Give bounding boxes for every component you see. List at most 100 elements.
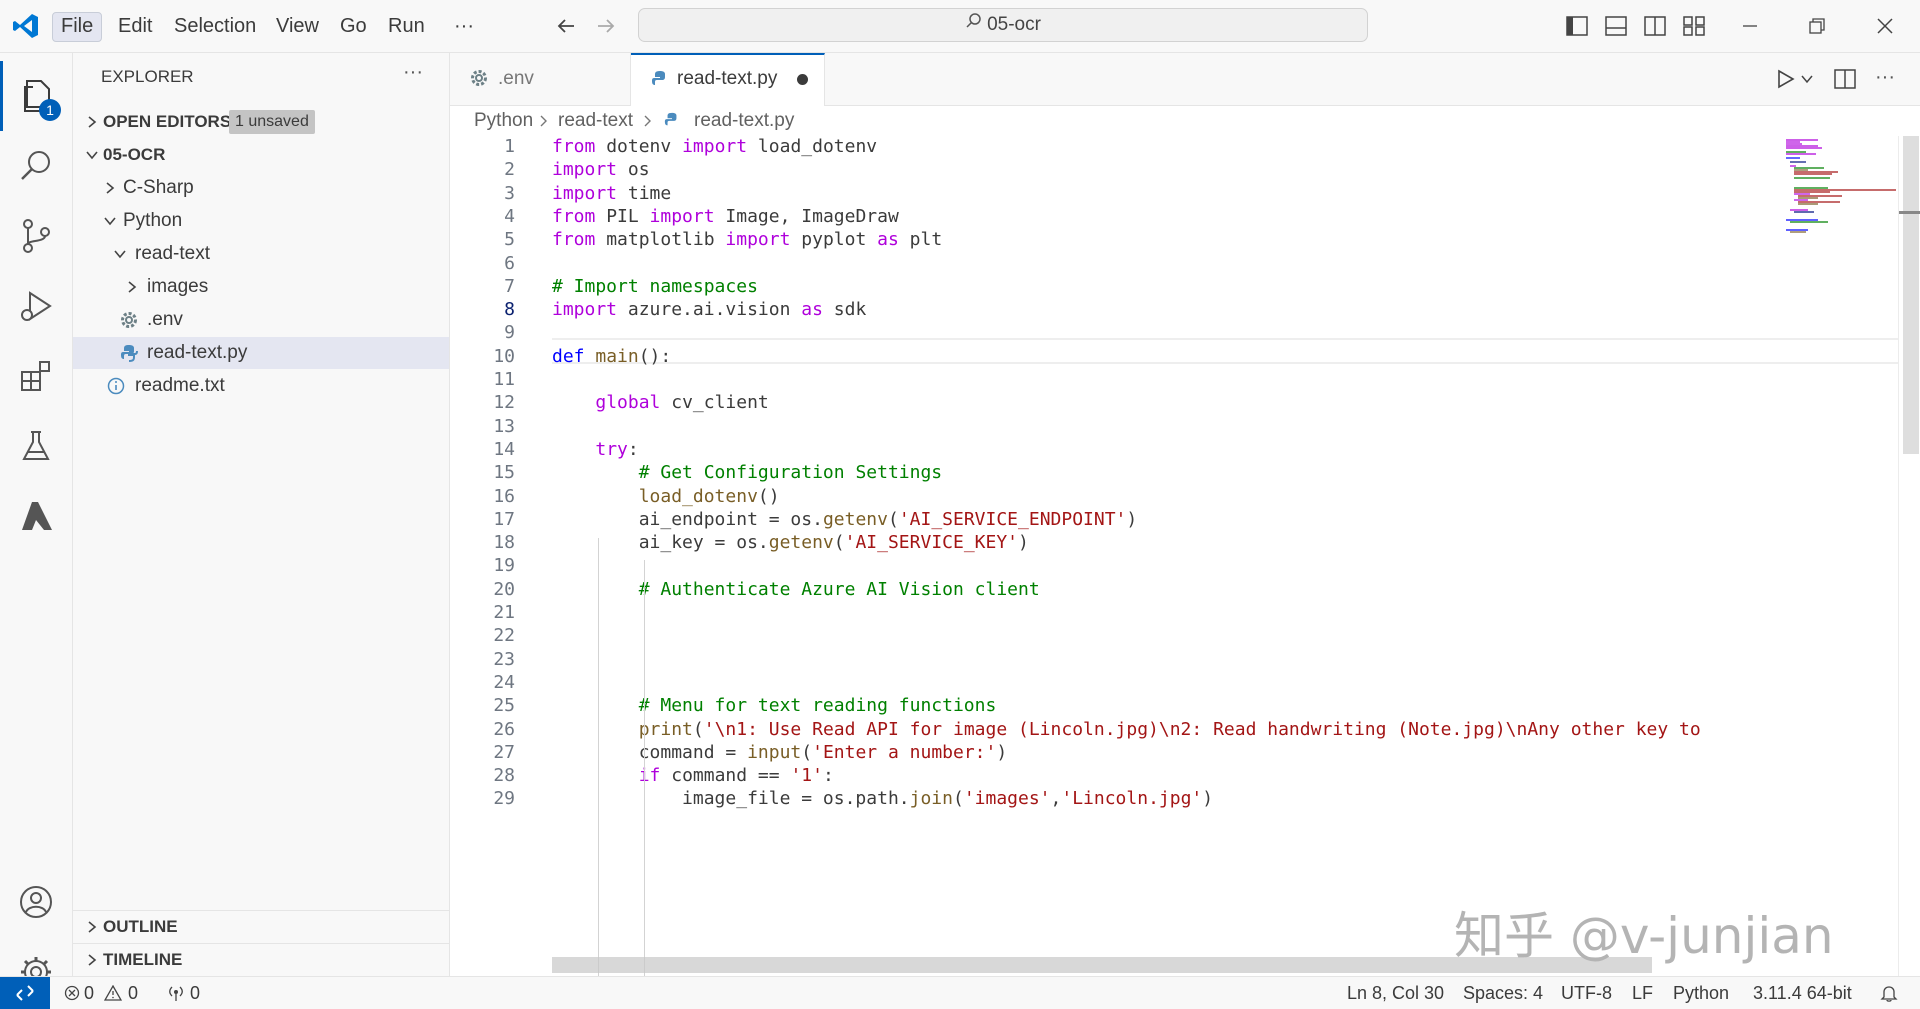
line-number: 16 — [493, 486, 515, 507]
back-arrow-icon[interactable] — [551, 12, 581, 40]
file-readme-txt[interactable]: readme.txt — [73, 370, 449, 402]
code-line[interactable]: ai_endpoint = os.getenv('AI_SERVICE_ENDP… — [552, 509, 1138, 530]
chevron-right-icon — [106, 182, 115, 194]
minimap[interactable] — [1778, 136, 1898, 286]
outline-section[interactable]: OUTLINE — [73, 910, 449, 943]
accounts-activity[interactable] — [0, 867, 72, 937]
testing-activity[interactable] — [0, 411, 72, 481]
code-editor[interactable]: 1 from dotenv import load_dotenv 2 import o… — [450, 136, 1920, 976]
search-activity[interactable] — [0, 131, 72, 201]
gear-icon — [121, 312, 137, 328]
code-line[interactable]: print('\n1: Use Read API for image (Linc… — [552, 719, 1701, 740]
code-line[interactable]: def main(): — [552, 346, 671, 367]
chevron-right-icon — [88, 921, 97, 933]
toggle-panel-icon[interactable] — [1601, 12, 1631, 40]
open-editors-section[interactable]: OPEN EDITORS 1 unsaved — [73, 106, 449, 138]
open-editors-label: OPEN EDITORS — [103, 112, 232, 131]
file-label: readme.txt — [135, 375, 225, 396]
code-line[interactable]: load_dotenv() — [552, 486, 780, 507]
extensions-icon — [21, 361, 50, 391]
code-line[interactable]: # Import namespaces — [552, 276, 758, 297]
menu-more[interactable]: ··· — [446, 12, 482, 40]
editor-more-button[interactable]: ··· — [1870, 63, 1900, 91]
watermark: 知乎 @v-junjian — [1454, 907, 1834, 965]
ports-indicator[interactable]: 0 — [164, 977, 214, 1009]
azure-activity[interactable] — [0, 481, 72, 551]
breadcrumb-item[interactable]: Python — [474, 106, 533, 136]
run-python-file-icon[interactable] — [1770, 65, 1800, 93]
line-number: 22 — [493, 625, 515, 646]
code-line[interactable]: try: — [552, 439, 638, 460]
code-line[interactable]: import azure.ai.vision as sdk — [552, 299, 866, 320]
folder-c-sharp[interactable]: C-Sharp — [73, 172, 449, 204]
tab-read-text-py[interactable]: read-text.py — [631, 53, 825, 106]
chevron-down-icon — [114, 250, 126, 259]
indent-guide — [598, 538, 599, 976]
toggle-secondary-sidebar-icon[interactable] — [1640, 12, 1670, 40]
cursor-position[interactable]: Ln 8, Col 30 — [1347, 977, 1444, 1009]
explorer-more-button[interactable]: ··· — [403, 61, 423, 84]
menu-view[interactable]: View — [268, 12, 327, 40]
menu-file[interactable]: File — [52, 12, 103, 42]
indentation[interactable]: Spaces: 4 — [1463, 977, 1543, 1009]
problems-indicator[interactable]: 0 0 — [62, 977, 152, 1009]
code-line[interactable]: from matplotlib import pyplot as plt — [552, 229, 942, 250]
language-mode[interactable]: Python — [1673, 977, 1729, 1009]
indent-guide — [644, 560, 645, 976]
python-interpreter[interactable]: 3.11.4 64-bit — [1753, 977, 1852, 1009]
code-line[interactable]: global cv_client — [552, 392, 768, 413]
end-of-line[interactable]: LF — [1632, 977, 1653, 1009]
scrollbar-thumb[interactable] — [1903, 136, 1919, 454]
folder-images[interactable]: images — [73, 271, 449, 303]
encoding[interactable]: UTF-8 — [1561, 977, 1612, 1009]
toggle-primary-sidebar-icon[interactable] — [1562, 12, 1592, 40]
unsaved-dot-icon[interactable] — [797, 74, 808, 85]
customize-layout-icon[interactable] — [1679, 12, 1709, 40]
azure-icon — [22, 502, 52, 530]
explorer-activity[interactable]: 1 — [0, 61, 72, 131]
code-line[interactable]: if command == '1': — [552, 765, 834, 786]
error-icon — [64, 985, 80, 1001]
code-line[interactable]: # Get Configuration Settings — [552, 462, 942, 483]
workspace-root[interactable]: 05-OCR — [73, 139, 449, 171]
code-line[interactable]: import time — [552, 183, 671, 204]
breadcrumb-item[interactable]: read-text — [558, 106, 633, 136]
folder-read-text[interactable]: read-text — [73, 238, 449, 270]
python-file-icon — [121, 345, 138, 362]
code-line[interactable]: image_file = os.path.join('images','Linc… — [552, 788, 1213, 809]
code-line[interactable]: command = input('Enter a number:') — [552, 742, 1008, 763]
run-debug-activity[interactable] — [0, 271, 72, 341]
chevron-right-icon — [540, 115, 547, 127]
menu-selection[interactable]: Selection — [166, 12, 264, 40]
source-control-activity[interactable] — [0, 201, 72, 271]
notifications-bell-icon[interactable] — [1878, 977, 1900, 1009]
code-line[interactable]: import os — [552, 159, 650, 180]
split-editor-icon[interactable] — [1830, 65, 1860, 93]
line-number: 1 — [504, 136, 515, 157]
code-line[interactable]: from PIL import Image, ImageDraw — [552, 206, 899, 227]
minimize-icon[interactable] — [1735, 12, 1765, 40]
restore-icon[interactable] — [1802, 12, 1832, 40]
extensions-activity[interactable] — [0, 341, 72, 411]
file-read-text-py[interactable]: read-text.py — [73, 337, 449, 369]
vertical-scrollbar[interactable] — [1898, 136, 1920, 976]
file-env[interactable]: .env — [73, 304, 449, 336]
chevron-right-icon — [128, 281, 137, 293]
code-line[interactable]: # Menu for text reading functions — [552, 695, 997, 716]
code-line[interactable]: # Authenticate Azure AI Vision client — [552, 579, 1040, 600]
tab-env[interactable]: .env — [450, 53, 631, 105]
remote-indicator[interactable] — [0, 977, 50, 1009]
breadcrumb-item[interactable]: read-text.py — [694, 106, 794, 136]
folder-python[interactable]: Python — [73, 205, 449, 237]
menu-run[interactable]: Run — [380, 12, 433, 40]
menu-go[interactable]: Go — [332, 12, 375, 40]
line-number: 14 — [493, 439, 515, 460]
forward-arrow-icon[interactable] — [591, 12, 621, 40]
timeline-section[interactable]: TIMELINE — [73, 943, 449, 976]
code-line[interactable]: from dotenv import load_dotenv — [552, 136, 877, 157]
code-line[interactable]: ai_key = os.getenv('AI_SERVICE_KEY') — [552, 532, 1029, 553]
command-center-search[interactable]: 05-ocr — [638, 8, 1368, 42]
menu-edit[interactable]: Edit — [110, 12, 160, 40]
close-icon[interactable] — [1870, 12, 1900, 40]
run-dropdown-chevron-down-icon[interactable] — [1797, 65, 1817, 93]
